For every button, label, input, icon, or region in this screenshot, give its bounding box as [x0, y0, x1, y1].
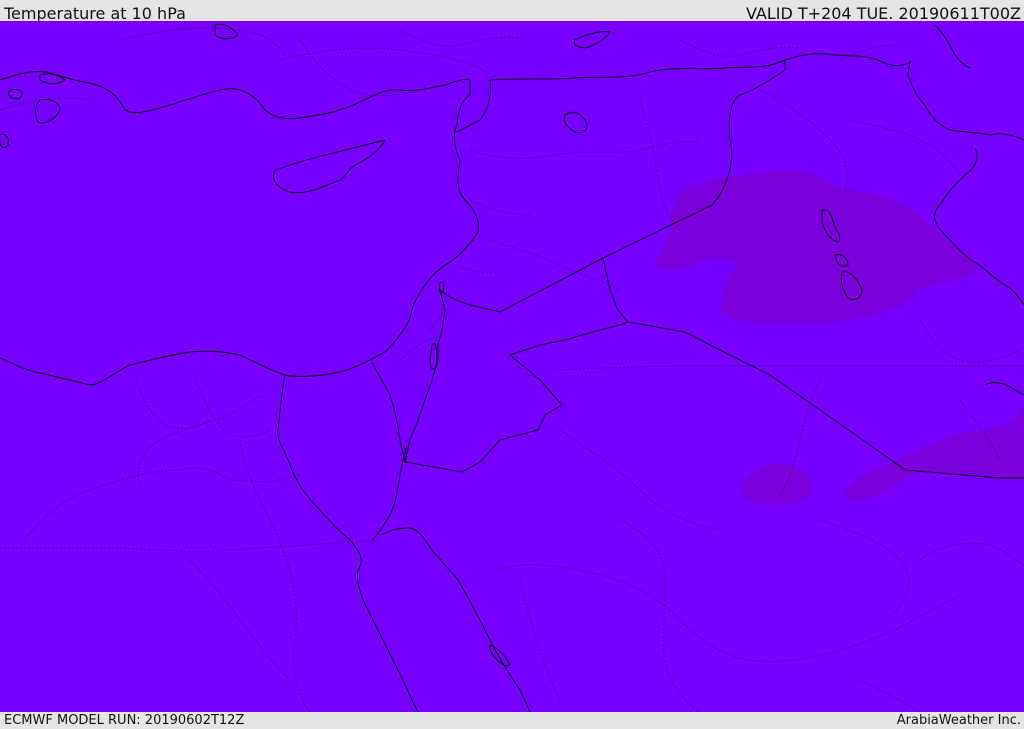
footer-bar: ECMWF MODEL RUN: 20190602T12Z ArabiaWeat… [0, 712, 1024, 729]
credit-label: ArabiaWeather Inc. [896, 713, 1021, 728]
weather-map[interactable] [0, 21, 1024, 712]
model-run-label: ECMWF MODEL RUN: 20190602T12Z [4, 713, 245, 728]
header-bar: Temperature at 10 hPa VALID T+204 TUE. 2… [0, 0, 1024, 23]
